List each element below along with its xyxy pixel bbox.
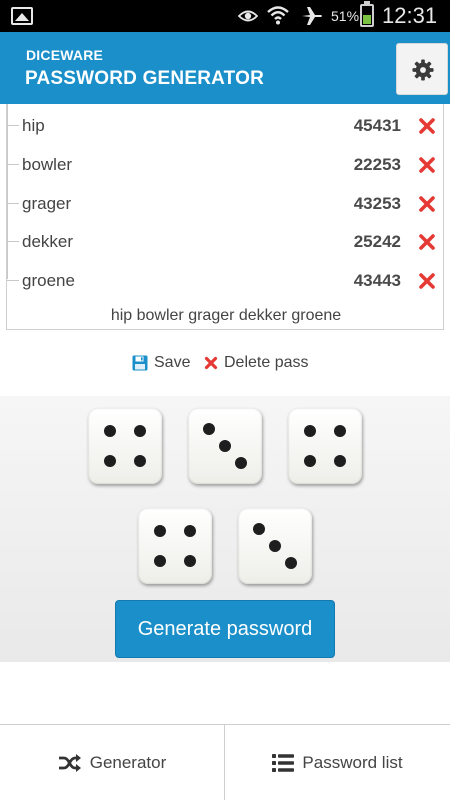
generate-password-button[interactable]: Generate password [115, 600, 335, 658]
word-list: hip 45431 bowler 22253 grager 43253 dekk… [6, 104, 444, 330]
shuffle-icon [58, 754, 81, 772]
wifi-icon [267, 6, 289, 25]
dice-code: 43253 [353, 194, 401, 213]
word-text: bowler [22, 155, 73, 174]
die-pip [304, 424, 317, 437]
die-3[interactable] [288, 408, 362, 484]
airplane-mode-icon [302, 7, 322, 25]
die-pip [252, 523, 265, 536]
die-pip [154, 555, 167, 568]
word-row: grager 43253 [7, 185, 445, 223]
passphrase-text: hip bowler grager dekker groene [110, 307, 342, 324]
delete-word-icon[interactable] [417, 271, 437, 291]
tab-password-list[interactable]: Password list [225, 725, 450, 800]
die-pip [333, 424, 346, 437]
die-pip [219, 440, 231, 452]
die-1[interactable] [88, 408, 162, 484]
delete-word-icon[interactable] [417, 232, 437, 252]
battery-percent: 51% [331, 8, 360, 24]
word-text: grager [22, 194, 72, 213]
eye-icon [238, 10, 258, 22]
tab-generator-label: Generator [89, 753, 167, 772]
die-pip [183, 524, 196, 537]
die-pip [285, 556, 298, 569]
app-bar: DICEWARE PASSWORD GENERATOR [0, 32, 450, 104]
die-pip [133, 424, 146, 437]
word-row: groene 43443 [7, 262, 445, 300]
die-4[interactable] [138, 508, 212, 584]
settings-button[interactable] [396, 43, 448, 95]
tab-password-list-label: Password list [302, 753, 403, 772]
battery-icon [360, 1, 374, 27]
gallery-notification-icon [11, 7, 33, 25]
dice-code: 43443 [353, 271, 401, 290]
die-2[interactable] [188, 408, 262, 484]
word-text: hip [22, 116, 45, 135]
die-pip [202, 423, 215, 436]
delete-word-icon[interactable] [417, 194, 437, 214]
bottom-nav: Generator Password list [0, 724, 450, 800]
close-icon [204, 356, 218, 370]
die-pip [154, 524, 167, 537]
status-bar: 51% 12:31 [0, 0, 450, 32]
floppy-disk-icon [132, 355, 148, 371]
word-row: bowler 22253 [7, 146, 445, 184]
word-text: dekker [22, 232, 74, 251]
die-5[interactable] [238, 508, 312, 584]
list-icon [272, 754, 295, 772]
die-pip [183, 555, 196, 568]
word-row: dekker 25242 [7, 223, 445, 261]
clock: 12:31 [382, 3, 438, 28]
die-pip [304, 455, 317, 468]
dice-code: 22253 [353, 155, 401, 174]
tab-generator[interactable]: Generator [0, 725, 225, 800]
app-subtitle: DICEWARE [26, 47, 104, 63]
delete-pass-button[interactable]: Delete pass [204, 354, 309, 372]
dice-area: Generate password [0, 396, 450, 662]
gear-icon [412, 59, 434, 81]
app-title: PASSWORD GENERATOR [25, 68, 265, 89]
die-pip [333, 455, 346, 468]
die-pip [104, 455, 117, 468]
word-row: hip 45431 [7, 107, 445, 145]
save-label: Save [154, 354, 191, 371]
save-button[interactable]: Save [132, 354, 190, 372]
die-pip [235, 456, 248, 469]
delete-word-icon[interactable] [417, 155, 437, 175]
word-text: groene [22, 271, 75, 290]
delete-word-icon[interactable] [417, 116, 437, 136]
delete-pass-label: Delete pass [224, 354, 309, 371]
dice-code: 25242 [353, 232, 401, 251]
die-pip [269, 540, 281, 552]
die-pip [133, 455, 146, 468]
die-pip [104, 424, 117, 437]
dice-code: 45431 [353, 116, 401, 135]
pass-actions: Save Delete pass [0, 330, 450, 396]
